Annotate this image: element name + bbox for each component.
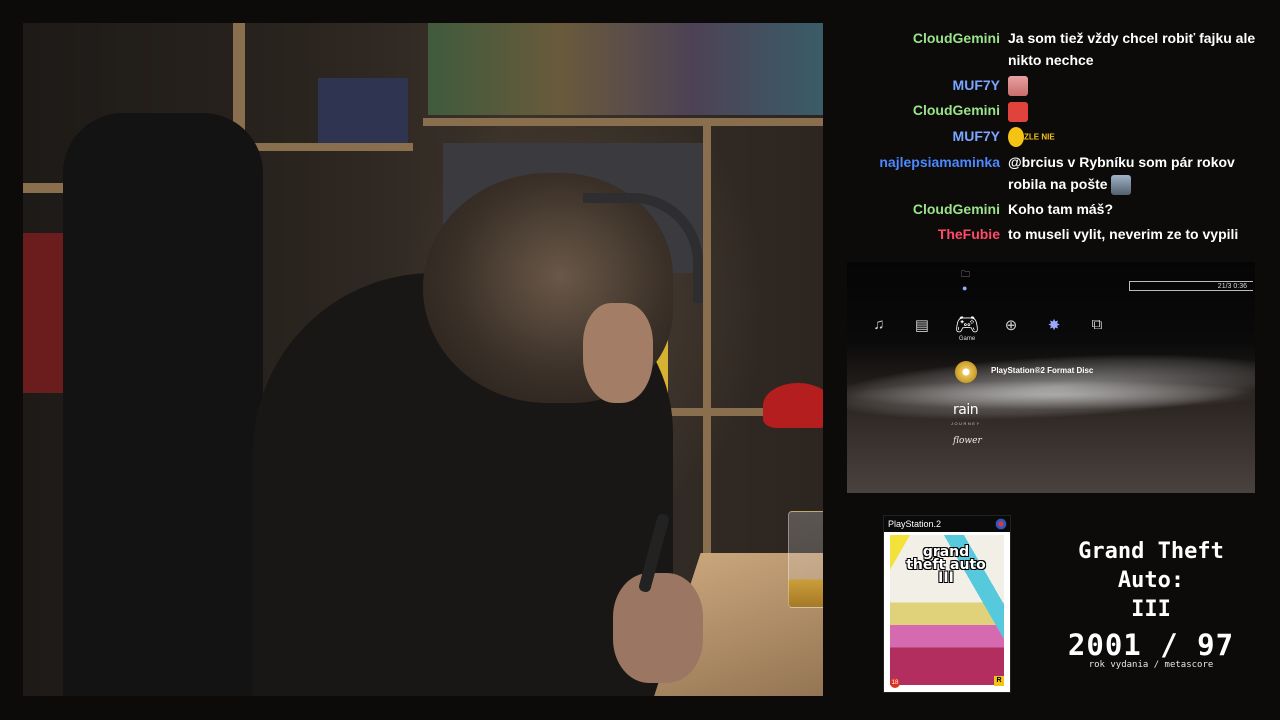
shelf-vertical <box>703 118 711 588</box>
chat-author: CloudGemini <box>912 201 1000 218</box>
rain-subtitle: JOURNEY <box>951 421 981 426</box>
game-title-line: Auto: <box>1117 568 1185 593</box>
streamer-hand <box>613 573 703 683</box>
zle-emote-text: ZLE NIE <box>1024 131 1055 141</box>
game-cover: PlayStation.2 grand theft auto III 18 R <box>883 515 1011 693</box>
psn-icon[interactable]: ✸ <box>1040 316 1068 334</box>
chat-message: MUF7Y ZLE NIE <box>852 125 1260 148</box>
game-info: Grand Theft Auto: III 2001 / 97 rok vyda… <box>1060 537 1242 670</box>
friends-icon[interactable]: ⧉ <box>1083 316 1111 333</box>
chat-message: CloudGemini Koho tam máš? <box>852 198 1260 220</box>
game-title-line: III <box>1131 597 1171 622</box>
chat-message: CloudGemini Ja som tiež vždy chcel robiť… <box>852 27 1260 71</box>
disc-label[interactable]: PlayStation®2 Format Disc <box>991 366 1093 375</box>
red-pillar <box>23 233 63 393</box>
chat-author: CloudGemini <box>912 30 1000 46</box>
game-title: Grand Theft Auto: III <box>1060 537 1242 624</box>
network-icon[interactable]: ⊕ <box>997 316 1025 334</box>
game-stats: 2001 / 97 <box>1060 628 1242 662</box>
streamer-face <box>583 303 653 403</box>
glass-of-beer <box>788 511 823 608</box>
chat-panel: CloudGemini Ja som tiež vždy chcel robiť… <box>852 27 1260 248</box>
age-rating-badge: 18 <box>890 678 900 688</box>
chat-text: Ja som tiež vždy chcel robiť fajku ale n… <box>1008 30 1256 68</box>
rain-game-icon[interactable]: rain <box>953 402 979 418</box>
xmb-clock: 21/3 0:36 <box>1129 281 1253 291</box>
chat-message: MUF7Y <box>852 74 1260 97</box>
gaming-chair <box>63 113 263 696</box>
disc-icon[interactable] <box>955 361 977 383</box>
zle-emote <box>1008 126 1024 147</box>
xmb-category-label: Game <box>958 336 976 342</box>
stats-separator: / <box>1160 628 1179 662</box>
chat-text: to museli vylit, neverim ze to vypili <box>1008 226 1239 243</box>
rockstar-logo-icon: R <box>994 676 1004 686</box>
chat-message: najlepsiamaminka @brcius v Rybníku som p… <box>852 151 1260 196</box>
poster <box>428 23 823 115</box>
mario-hat <box>763 383 823 428</box>
shelf-1 <box>243 143 413 151</box>
chat-message: TheFubie to museli vylit, neverim ze to … <box>852 223 1260 245</box>
metascore: 97 <box>1197 628 1235 662</box>
game-title-line: Grand Theft <box>1078 539 1224 564</box>
chat-author: MUF7Y <box>952 127 1000 144</box>
ps3-xmb-screen: 🗀 ● 21/3 0:36 ♫ ▤ 🎮︎ Game ⊕ ✸ ⧉ PlayStat… <box>847 262 1255 493</box>
angry-emote <box>1008 101 1028 122</box>
music-icon[interactable]: ♫ <box>865 316 893 333</box>
chat-author: najlepsiamaminka <box>879 153 1000 170</box>
chat-message: CloudGemini <box>852 99 1260 122</box>
face-emote <box>1008 76 1028 97</box>
game-icon[interactable]: 🎮︎ <box>953 312 981 337</box>
cover-logo: grand theft auto III <box>906 544 986 586</box>
chat-author: TheFubie <box>937 226 1000 243</box>
folder-icon: 🗀 <box>961 269 971 279</box>
shelf-2 <box>423 118 823 126</box>
game-box-row <box>318 78 408 143</box>
webcam-feed <box>23 23 823 696</box>
avatar-emote <box>1111 175 1132 196</box>
chat-author: MUF7Y <box>952 77 1000 93</box>
flower-game-icon[interactable]: flower <box>953 436 982 446</box>
user-icon: ● <box>962 283 968 293</box>
xmb-wave <box>847 380 1255 410</box>
release-year: 2001 <box>1067 628 1142 662</box>
chat-author: CloudGemini <box>912 102 1000 119</box>
video-icon[interactable]: ▤ <box>908 316 936 334</box>
cover-platform: PlayStation.2 <box>884 516 1010 532</box>
playstation-logo-icon <box>995 518 1007 530</box>
chat-text: Koho tam máš? <box>1008 201 1114 218</box>
